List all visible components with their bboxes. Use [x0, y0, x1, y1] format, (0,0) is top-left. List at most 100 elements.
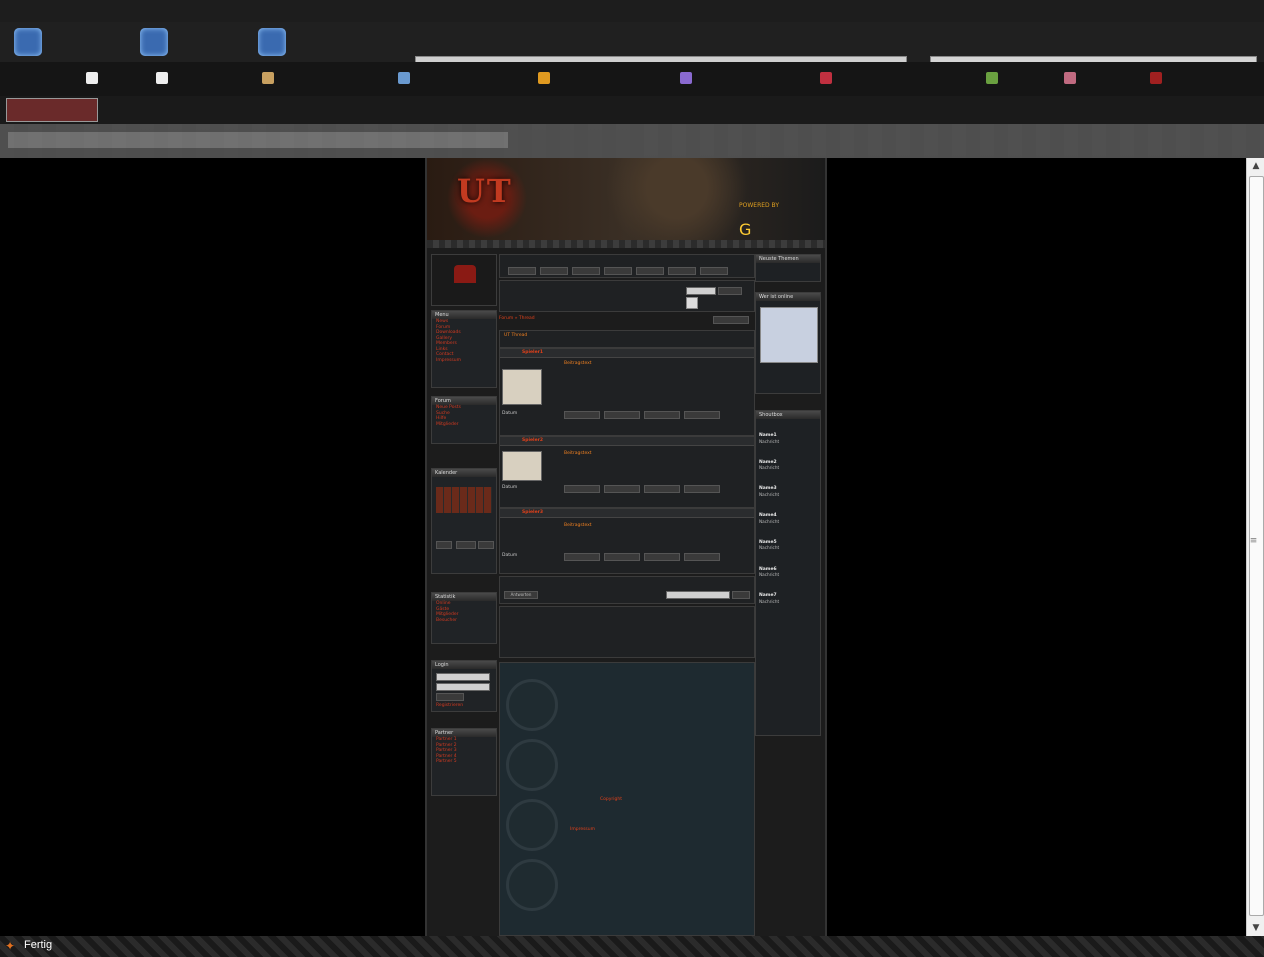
shout-message: Nachricht	[759, 545, 780, 551]
partner-box: Partner Partner 1 Partner 2 Partner 3 Pa…	[431, 728, 497, 796]
go-button[interactable]	[732, 591, 750, 599]
remember-checkbox[interactable]	[686, 297, 698, 309]
shout-entry: Name5 Nachricht	[756, 540, 820, 551]
post-action-button[interactable]	[684, 485, 720, 493]
sponsor-text: POWERED BY	[739, 202, 780, 209]
nav-tab[interactable]	[604, 267, 632, 275]
bookmark-icon[interactable]	[538, 72, 550, 84]
post-date: Datum	[502, 553, 518, 558]
post-author[interactable]: Spieler1	[522, 350, 543, 356]
bookmark-icon[interactable]	[680, 72, 692, 84]
post-action-button[interactable]	[604, 411, 640, 419]
bookmark-icon[interactable]	[1150, 72, 1162, 84]
nav-tab[interactable]	[700, 267, 728, 275]
tab-bar	[0, 96, 1264, 124]
ut-emblem-icon	[506, 679, 558, 731]
avatar	[454, 265, 476, 283]
post-action-button[interactable]	[684, 411, 720, 419]
post-avatar-image	[502, 369, 542, 405]
site-logo[interactable]: UT	[457, 172, 513, 210]
shout-message: Nachricht	[759, 438, 780, 444]
box-title: Statistik	[432, 593, 496, 601]
reply-button[interactable]: Antworten	[504, 591, 538, 599]
menu-link[interactable]: Impressum	[432, 358, 496, 364]
thread-title: UT Thread	[504, 333, 528, 338]
quick-jump-select[interactable]	[666, 591, 730, 599]
bookmark-icon[interactable]	[1064, 72, 1076, 84]
post-author[interactable]: Spieler3	[522, 510, 543, 516]
bookmark-icon[interactable]	[86, 72, 98, 84]
menu-bar	[0, 0, 1264, 22]
ut-emblem-icon	[506, 799, 558, 851]
back-button[interactable]	[14, 28, 42, 56]
search-button[interactable]	[718, 287, 742, 295]
register-link[interactable]: Registrieren	[432, 703, 463, 709]
calendar-prev-button[interactable]	[436, 541, 452, 549]
post-action-button[interactable]	[644, 553, 680, 561]
shout-entry: Name1 Nachricht	[756, 433, 820, 444]
page-viewport: UT POWERED BY G Menu News Forum Download…	[0, 158, 1246, 936]
bookmark-icon[interactable]	[156, 72, 168, 84]
site-container: UT POWERED BY G Menu News Forum Download…	[425, 158, 827, 936]
scroll-down-arrow-icon[interactable]: ▼	[1247, 920, 1264, 936]
post-action-button[interactable]	[564, 485, 600, 493]
partner-link[interactable]: Partner 5	[432, 759, 496, 765]
user-info-box	[499, 280, 755, 312]
post-text: Beitragstext	[564, 523, 592, 528]
post-action-button[interactable]	[644, 485, 680, 493]
latest-topics-box: Neuste Themen	[755, 254, 821, 282]
post-action-button[interactable]	[604, 485, 640, 493]
post-action-button[interactable]	[644, 411, 680, 419]
page-scrollbar[interactable]: ▲ ≡ ▼	[1246, 158, 1264, 936]
nav-tab[interactable]	[668, 267, 696, 275]
box-title: Neuste Themen	[756, 255, 820, 263]
scroll-grip-icon: ≡	[1249, 536, 1258, 546]
nav-tab[interactable]	[572, 267, 600, 275]
sponsor-logo-icon[interactable]: G	[739, 220, 751, 239]
post-action-button[interactable]	[684, 553, 720, 561]
post-author[interactable]: Spieler2	[522, 438, 543, 444]
shout-entry: Name4 Nachricht	[756, 513, 820, 524]
bookmarks-toolbar	[0, 62, 1264, 96]
bookmark-icon[interactable]	[986, 72, 998, 84]
box-title: Forum	[432, 397, 496, 405]
active-tab[interactable]	[6, 98, 98, 122]
ut-emblem-icon	[506, 739, 558, 791]
username-input[interactable]	[436, 673, 490, 681]
box-title: Wer ist online	[756, 293, 820, 301]
reply-box: Antworten	[499, 576, 755, 604]
footer-imprint[interactable]: Impressum	[570, 827, 595, 833]
post-action-button[interactable]	[564, 553, 600, 561]
shout-message: Nachricht	[759, 572, 780, 578]
login-button[interactable]	[436, 693, 464, 701]
calendar-next-button[interactable]	[478, 541, 494, 549]
scroll-up-arrow-icon[interactable]: ▲	[1247, 158, 1264, 174]
search-input[interactable]	[686, 287, 716, 295]
forward-button[interactable]	[140, 28, 168, 56]
stats-line: Besucher	[436, 617, 457, 623]
post-text: Beitragstext	[564, 451, 592, 456]
nav-tab[interactable]	[540, 267, 568, 275]
login-box: Login Registrieren	[431, 660, 497, 712]
post-action-button[interactable]	[604, 553, 640, 561]
post-date: Datum	[502, 485, 518, 490]
new-thread-button[interactable]	[713, 316, 749, 324]
online-info-box	[499, 606, 755, 658]
scroll-thumb[interactable]	[1249, 176, 1264, 916]
main-content: Forum » Thread UT Thread Spieler1 Beitra…	[499, 254, 755, 936]
browser-status-icon: ✦	[4, 939, 16, 953]
online-users-list[interactable]	[760, 307, 818, 363]
post-action-button[interactable]	[564, 411, 600, 419]
bookmark-icon[interactable]	[820, 72, 832, 84]
forum-link[interactable]: Mitglieder	[432, 422, 496, 428]
calendar-grid[interactable]	[436, 487, 492, 513]
reload-button[interactable]	[258, 28, 286, 56]
site-banner: UT POWERED BY G	[427, 158, 825, 246]
password-input[interactable]	[436, 683, 490, 691]
calendar-today-button[interactable]	[456, 541, 476, 549]
nav-tab[interactable]	[636, 267, 664, 275]
bookmark-icon[interactable]	[262, 72, 274, 84]
bookmark-icon[interactable]	[398, 72, 410, 84]
nav-tab[interactable]	[508, 267, 536, 275]
shout-entry: Name6 Nachricht	[756, 567, 820, 578]
